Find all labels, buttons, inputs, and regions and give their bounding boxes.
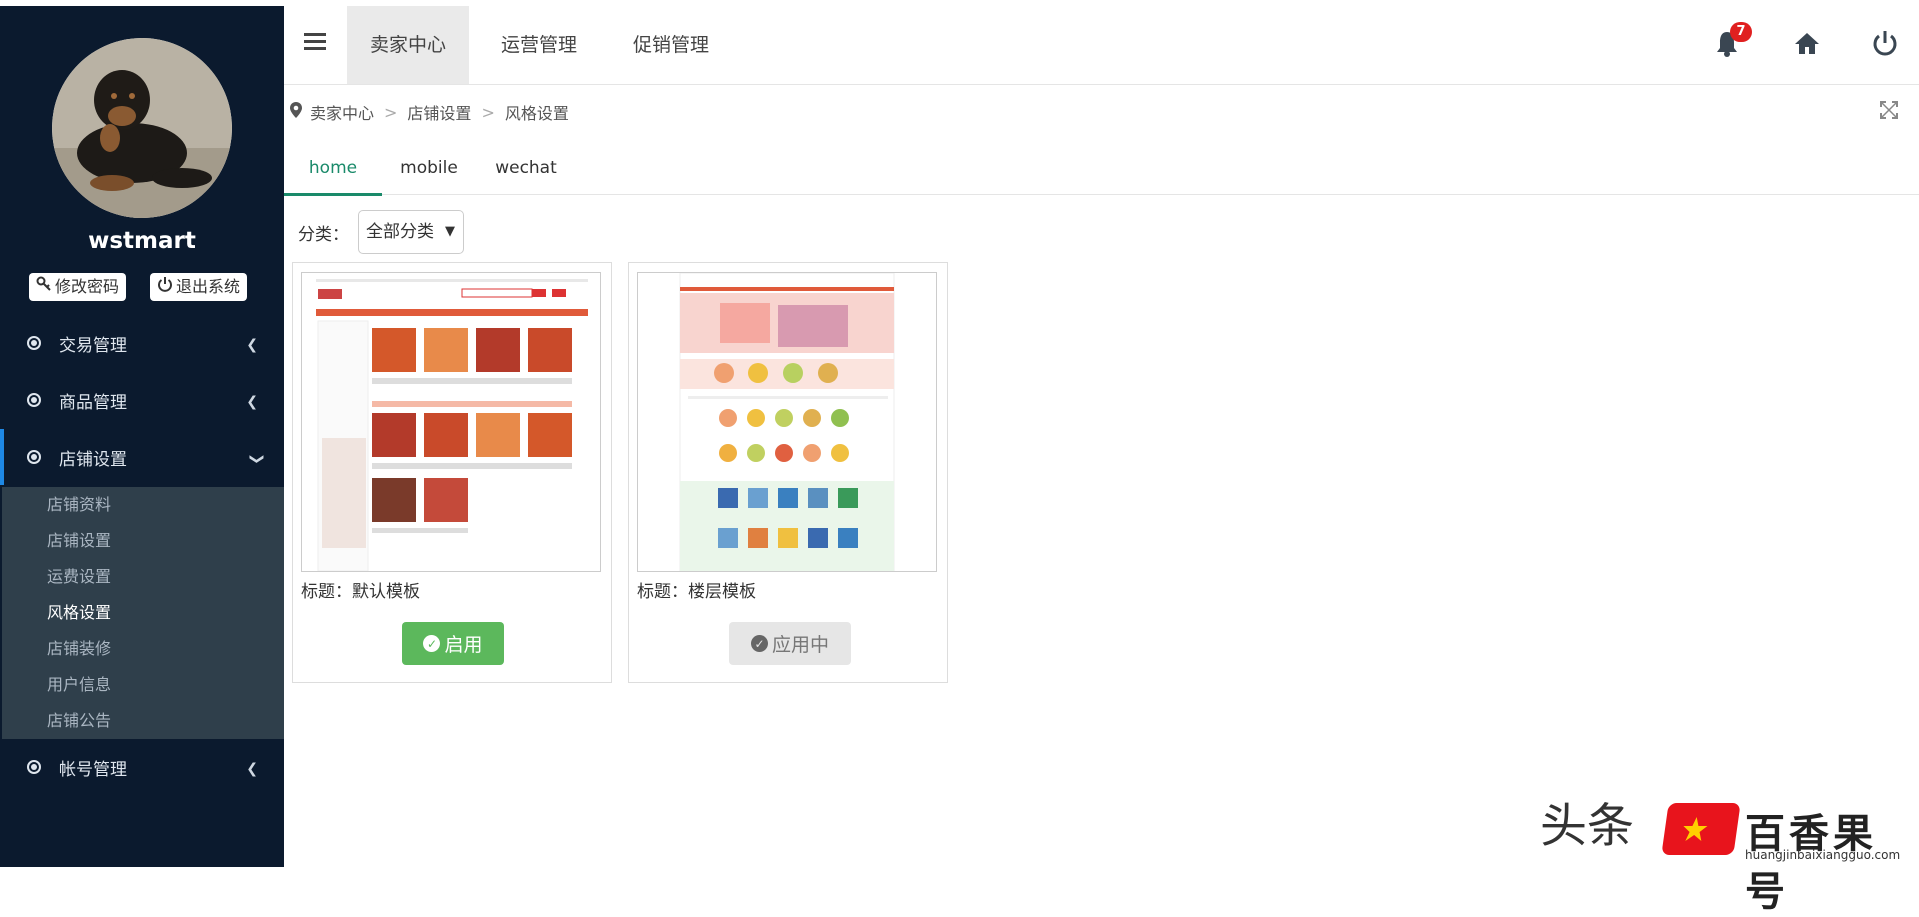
submenu-item-announcement[interactable]: 店铺公告 [2,703,284,739]
circle-icon [27,336,41,350]
watermark: 头条 百香果号 huangjinbaixiangguo.com [1535,787,1919,915]
check-circle-icon: ✓ [423,635,441,652]
breadcrumb-item: 风格设置 [504,104,569,123]
tab-operations[interactable]: 运营管理 [478,6,600,84]
power-icon [157,273,173,301]
tab-promotions[interactable]: 促销管理 [610,6,732,84]
chevron-left-icon: ❮ [246,337,258,353]
applied-template-button: ✓ 应用中 [729,622,851,665]
submenu-item-shop-settings[interactable]: 店铺设置 [2,523,284,559]
circle-icon [27,760,41,774]
notification-badge: 7 [1730,22,1752,42]
watermark-url: huangjinbaixiangguo.com [1745,848,1901,862]
home-icon [1795,33,1819,54]
applied-template-label: 应用中 [771,634,829,656]
enable-template-button[interactable]: ✓ 启用 [402,622,504,665]
submenu-item-shop-profile[interactable]: 店铺资料 [2,487,284,523]
logout-label: 退出系统 [176,277,241,296]
breadcrumb: 卖家中心 > 店铺设置 > 风格设置 [290,100,569,124]
topbar: 卖家中心 运营管理 促销管理 7 [284,6,1919,85]
chevron-left-icon: ❮ [246,394,258,410]
map-pin-icon [290,102,302,122]
change-password-button[interactable]: 修改密码 [29,273,127,301]
tab-seller-center[interactable]: 卖家中心 [347,6,470,84]
chevron-left-icon: ❮ [246,761,258,777]
hamburger-menu-icon[interactable] [304,33,326,51]
username: wstmart [88,228,196,254]
template-card: 标题：默认模板 ✓ 启用 [292,262,612,683]
menu-item-label: 帐号管理 [59,759,127,780]
tab-home[interactable]: home [284,146,382,196]
menu-item-label: 店铺设置 [59,449,127,470]
watermark-logo: 百香果号 huangjinbaixiangguo.com [1661,801,1919,915]
logout-button[interactable]: 退出系统 [150,273,248,301]
breadcrumb-separator: > [481,102,495,122]
content-tabs: home mobile wechat [284,146,1919,196]
enable-template-label: 启用 [444,634,483,656]
menu-item-account[interactable]: 帐号管理 ❮ [0,739,284,795]
template-thumbnail[interactable] [301,272,601,572]
menu-item-goods[interactable]: 商品管理 ❮ [0,372,284,428]
category-select[interactable]: 全部分类 ▼ [358,210,464,254]
avatar [52,38,232,218]
category-filter-label: 分类： [298,225,349,245]
menu-item-label: 交易管理 [59,335,127,356]
breadcrumb-item[interactable]: 店铺设置 [407,100,471,124]
change-password-label: 修改密码 [55,277,120,296]
chevron-down-icon: ❮ [248,453,265,465]
tab-wechat[interactable]: wechat [476,146,576,193]
menu-item-trade[interactable]: 交易管理 ❮ [0,315,284,371]
home-button[interactable] [1792,28,1826,62]
breadcrumb-item[interactable]: 卖家中心 [310,100,374,124]
circle-icon [27,393,41,407]
submenu-item-user-info[interactable]: 用户信息 [2,667,284,703]
notification-button[interactable]: 7 [1712,22,1752,62]
template-title: 标题：默认模板 [301,582,420,602]
tab-mobile[interactable]: mobile [382,146,476,193]
watermark-source: 头条 [1540,799,1634,854]
template-title: 标题：楼层模板 [637,582,756,602]
submenu-item-style[interactable]: 风格设置 [2,595,284,631]
power-button[interactable] [1870,28,1904,62]
submenu-item-shipping[interactable]: 运费设置 [2,559,284,595]
menu-item-label: 商品管理 [59,392,127,413]
breadcrumb-separator: > [384,102,398,122]
caret-down-icon: ▼ [445,224,455,239]
key-icon [36,273,52,301]
template-card: 标题：楼层模板 ✓ 应用中 [628,262,948,683]
menu-item-shop-settings[interactable]: 店铺设置 ❮ [0,429,288,485]
category-select-value: 全部分类 [366,222,434,242]
star-badge-icon [1661,803,1741,855]
template-thumbnail[interactable] [637,272,937,572]
shop-settings-submenu: 店铺资料 店铺设置 运费设置 风格设置 店铺装修 用户信息 店铺公告 [0,487,284,739]
fullscreen-icon[interactable] [1880,101,1898,119]
power-icon [1873,31,1897,56]
check-circle-icon: ✓ [750,635,768,652]
submenu-item-decoration[interactable]: 店铺装修 [2,631,284,667]
circle-icon [27,450,41,464]
